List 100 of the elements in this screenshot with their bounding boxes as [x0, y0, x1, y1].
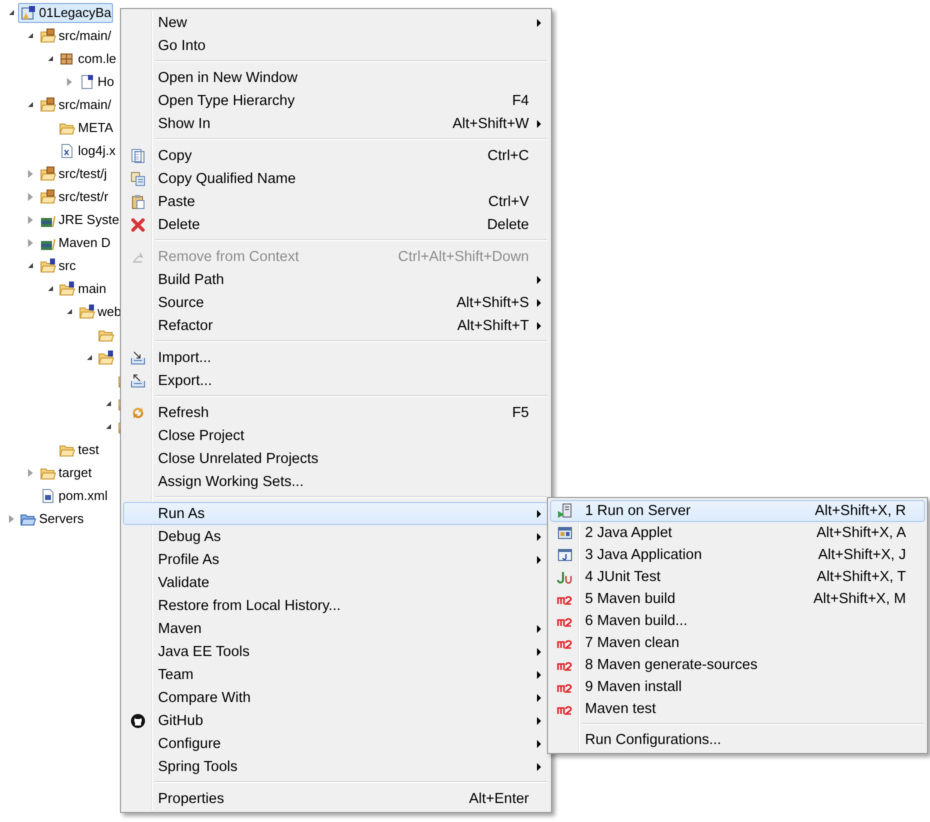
expand-arrow-icon[interactable]: [28, 238, 33, 246]
menu-item[interactable]: Maven: [123, 617, 549, 640]
collapse-arrow-icon[interactable]: [67, 309, 72, 314]
expand-arrow-icon[interactable]: [28, 192, 33, 200]
menu-item[interactable]: Show In Alt+Shift+W: [123, 112, 549, 135]
menu-item[interactable]: Open in New Window: [123, 66, 549, 89]
menu-item[interactable]: GitHub: [123, 709, 549, 732]
tree-item[interactable]: log4j.x: [57, 140, 118, 160]
menu-item[interactable]: Run As: [123, 502, 549, 525]
collapse-arrow-icon[interactable]: [28, 33, 33, 38]
tree-item[interactable]: target: [38, 462, 94, 482]
tree-item[interactable]: [96, 348, 116, 368]
export-icon: [130, 372, 146, 388]
menu-item[interactable]: Build Path: [123, 268, 549, 291]
menu-item[interactable]: 9 Maven install: [550, 676, 925, 698]
menu-item[interactable]: Assign Working Sets...: [123, 470, 549, 493]
collapse-arrow-icon[interactable]: [86, 355, 92, 360]
tree-item[interactable]: com.le: [57, 48, 118, 68]
tree-item[interactable]: src/main/: [38, 26, 114, 46]
paste-icon: [130, 194, 146, 210]
tree-item[interactable]: test: [57, 440, 101, 460]
menu-item[interactable]: Go Into: [123, 34, 549, 57]
folder-icon: [78, 304, 94, 320]
package-folder-icon: [40, 166, 56, 182]
window-icon: [557, 547, 573, 563]
copy-icon: [130, 170, 146, 186]
expand-arrow-icon[interactable]: [28, 170, 33, 178]
tree-item[interactable]: src: [38, 256, 78, 276]
tree-item[interactable]: main: [57, 278, 108, 298]
menu-item[interactable]: Validate: [123, 571, 549, 594]
tree-item[interactable]: JRE Syste: [38, 210, 122, 230]
menu-item[interactable]: Source Alt+Shift+S: [123, 291, 549, 314]
tree-item[interactable]: src/test/j: [38, 164, 109, 184]
menu-item[interactable]: Paste Ctrl+V: [123, 190, 549, 213]
expand-arrow-icon[interactable]: [28, 468, 33, 476]
tree-item[interactable]: Maven D: [38, 232, 113, 252]
delete-icon: [130, 216, 146, 232]
menu-item[interactable]: 5 Maven build Alt+Shift+X, M: [550, 588, 925, 610]
expand-arrow-icon[interactable]: [8, 514, 14, 522]
collapse-arrow-icon[interactable]: [106, 424, 111, 429]
menu-item[interactable]: Close Project: [123, 424, 549, 447]
menu-item[interactable]: Import...: [123, 346, 549, 369]
file-icon: [40, 488, 56, 504]
menu-item[interactable]: 8 Maven generate-sources: [550, 654, 925, 676]
menu-item[interactable]: 6 Maven build...: [550, 610, 925, 632]
file-icon: [59, 142, 75, 158]
folder-icon: [40, 258, 56, 274]
package-folder-icon: [40, 96, 56, 112]
tree-item[interactable]: web: [76, 302, 124, 322]
tree-item[interactable]: Servers: [18, 508, 86, 528]
menu-item[interactable]: 1 Run on Server Alt+Shift+X, R: [550, 500, 925, 522]
menu-item[interactable]: Spring Tools: [123, 755, 549, 778]
tree-item[interactable]: src/test/r: [38, 186, 110, 206]
expand-arrow-icon[interactable]: [67, 78, 72, 86]
tree-item[interactable]: src/main/: [38, 94, 114, 114]
menu-item[interactable]: Team: [123, 663, 549, 686]
menu-item[interactable]: Compare With: [123, 686, 549, 709]
collapse-arrow-icon[interactable]: [28, 263, 33, 268]
tree-item[interactable]: Ho: [76, 72, 116, 92]
menu-item[interactable]: Properties Alt+Enter: [123, 787, 549, 810]
applet-icon: [557, 525, 573, 541]
collapse-arrow-icon[interactable]: [28, 102, 33, 107]
package-icon: [59, 50, 75, 66]
menu-item[interactable]: 4 JUnit Test Alt+Shift+X, T: [550, 566, 925, 588]
collapse-arrow-icon[interactable]: [106, 401, 111, 406]
menu-item[interactable]: Copy Qualified Name: [123, 167, 549, 190]
project-icon: [20, 4, 36, 20]
menu-item[interactable]: 3 Java Application Alt+Shift+X, J: [550, 544, 925, 566]
menu-item[interactable]: Close Unrelated Projects: [123, 447, 549, 470]
menu-item[interactable]: Run Configurations...: [550, 729, 925, 751]
run-server-icon: [557, 503, 573, 519]
import-icon: [130, 350, 146, 366]
menu-item[interactable]: Restore from Local History...: [123, 594, 549, 617]
folder-icon: [98, 350, 114, 366]
menu-item[interactable]: Refresh F5: [123, 401, 549, 424]
menu-item[interactable]: Configure: [123, 732, 549, 755]
tree-item[interactable]: pom.xml: [38, 486, 110, 506]
collapse-arrow-icon[interactable]: [48, 56, 52, 61]
menu-item[interactable]: Copy Ctrl+C: [123, 144, 549, 167]
selected-tree-item[interactable]: 01LegacyBa: [18, 2, 114, 22]
package-folder-icon: [40, 28, 56, 44]
collapse-arrow-icon[interactable]: [48, 286, 52, 291]
expand-arrow-icon[interactable]: [28, 216, 33, 224]
menu-item[interactable]: 7 Maven clean: [550, 632, 925, 654]
file-icon: [78, 74, 94, 90]
menu-item[interactable]: New: [123, 11, 549, 34]
github-icon: [130, 712, 146, 728]
package-folder-icon: [40, 188, 56, 204]
test-icon: [557, 569, 573, 585]
menu-item[interactable]: Maven test: [550, 698, 925, 720]
menu-item[interactable]: Profile As: [123, 548, 549, 571]
menu-item[interactable]: 2 Java Applet Alt+Shift+X, A: [550, 522, 925, 544]
menu-item[interactable]: Java EE Tools: [123, 640, 549, 663]
folder-icon: [59, 280, 75, 296]
menu-item[interactable]: Export...: [123, 369, 549, 392]
menu-item[interactable]: Refactor Alt+Shift+T: [123, 314, 549, 337]
menu-item[interactable]: Debug As: [123, 525, 549, 548]
tree-item[interactable]: META: [57, 118, 116, 138]
menu-item[interactable]: Open Type Hierarchy F4: [123, 89, 549, 112]
menu-item[interactable]: Delete Delete: [123, 213, 549, 236]
